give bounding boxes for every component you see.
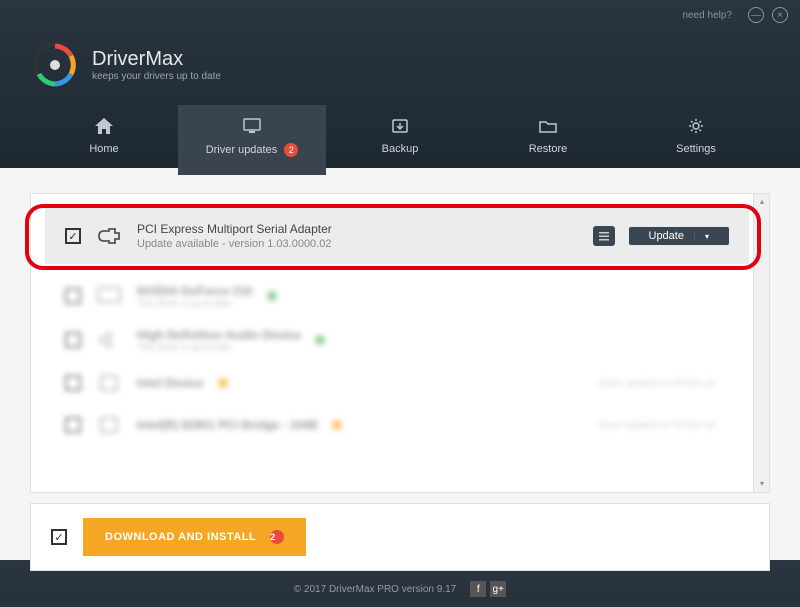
footer-action-row: ✓ DOWNLOAD AND INSTALL 2: [30, 503, 770, 571]
chip-icon: [95, 414, 123, 436]
tab-home-label: Home: [89, 143, 118, 155]
tab-home[interactable]: Home: [30, 105, 178, 175]
checkbox[interactable]: [65, 288, 81, 304]
audio-icon: [95, 329, 123, 351]
driver-name: Intel Device: [137, 376, 204, 390]
brand-title: DriverMax: [92, 48, 221, 71]
status-dot: [315, 335, 325, 345]
tab-settings[interactable]: Settings: [622, 105, 770, 175]
nav-tabs: Home Driver updates 2 Backup Restore Set…: [0, 105, 800, 175]
status-bar: © 2017 DriverMax PRO version 9.17 f g+: [0, 571, 800, 607]
google-plus-icon[interactable]: g+: [490, 581, 506, 597]
download-badge: 2: [270, 530, 284, 544]
list-icon: [598, 230, 610, 242]
status-dot: [218, 378, 228, 388]
download-install-button[interactable]: DOWNLOAD AND INSTALL 2: [83, 518, 306, 556]
tab-restore-label: Restore: [529, 143, 568, 155]
driver-status: This driver is up-to-date: [137, 298, 253, 308]
branding: DriverMax keeps your drivers up to date: [0, 30, 800, 105]
gear-icon: [686, 117, 706, 135]
checkbox[interactable]: ✓: [65, 228, 81, 244]
driver-row: High Definition Audio DeviceThis driver …: [31, 318, 769, 362]
checkbox[interactable]: [65, 332, 81, 348]
minimize-button[interactable]: —: [748, 7, 764, 23]
logo-icon: [30, 40, 80, 90]
backup-icon: [390, 117, 410, 135]
social-links: f g+: [470, 581, 506, 597]
download-button-label: DOWNLOAD AND INSTALL: [105, 531, 256, 543]
close-button[interactable]: ×: [772, 7, 788, 23]
status-dot: [267, 291, 277, 301]
monitor-icon: [242, 117, 262, 135]
tab-backup-label: Backup: [382, 143, 419, 155]
driver-row: Intel(R) 82801 PCI Bridge - 244E Driver …: [31, 404, 769, 446]
driver-row: NVIDIA GeForce 210This driver is up-to-d…: [31, 274, 769, 318]
driver-name: PCI Express Multiport Serial Adapter: [137, 222, 579, 236]
facebook-icon[interactable]: f: [470, 581, 486, 597]
scroll-down-icon[interactable]: ▾: [754, 476, 770, 492]
driver-name: Intel(R) 82801 PCI Bridge - 244E: [137, 418, 318, 432]
title-bar: need help? — ×: [0, 0, 800, 30]
driver-row-featured: ✓ PCI Express Multiport Serial Adapter U…: [45, 208, 749, 264]
tab-backup[interactable]: Backup: [326, 105, 474, 175]
driver-date: Driver updated on 03-Nov-16: [599, 420, 715, 430]
copyright-text: © 2017 DriverMax PRO version 9.17: [294, 584, 456, 595]
plug-icon: [95, 225, 123, 247]
status-dot: [332, 420, 342, 430]
driver-name: NVIDIA GeForce 210: [137, 284, 253, 298]
content-area: ▴ ▾ ✓ PCI Express Multiport Serial Adapt…: [30, 175, 770, 571]
tab-settings-label: Settings: [676, 143, 716, 155]
help-link[interactable]: need help?: [683, 10, 733, 21]
driver-date: Driver updated on 03-Nov-16: [599, 378, 715, 388]
driver-row: Intel Device Driver updated on 03-Nov-16: [31, 362, 769, 404]
scroll-up-icon[interactable]: ▴: [754, 194, 770, 210]
driver-status: Update available - version 1.03.0000.02: [137, 238, 579, 250]
home-icon: [94, 117, 114, 135]
update-button[interactable]: Update ▾: [629, 227, 730, 245]
tab-driver-updates[interactable]: Driver updates 2: [178, 105, 326, 175]
driver-list-panel: ▴ ▾ ✓ PCI Express Multiport Serial Adapt…: [30, 193, 770, 493]
driver-status: This driver is up-to-date: [137, 342, 301, 352]
update-button-label: Update: [649, 230, 684, 242]
monitor-icon: [95, 285, 123, 307]
info-button[interactable]: [593, 226, 615, 246]
tab-restore[interactable]: Restore: [474, 105, 622, 175]
chip-icon: [95, 372, 123, 394]
updates-badge: 2: [284, 143, 298, 157]
checkbox[interactable]: [65, 375, 81, 391]
select-all-checkbox[interactable]: ✓: [51, 529, 67, 545]
tab-updates-label: Driver updates: [206, 144, 278, 156]
chevron-down-icon[interactable]: ▾: [694, 232, 709, 241]
driver-name: High Definition Audio Device: [137, 328, 301, 342]
folder-icon: [538, 117, 558, 135]
brand-subtitle: keeps your drivers up to date: [92, 71, 221, 82]
checkbox[interactable]: [65, 417, 81, 433]
